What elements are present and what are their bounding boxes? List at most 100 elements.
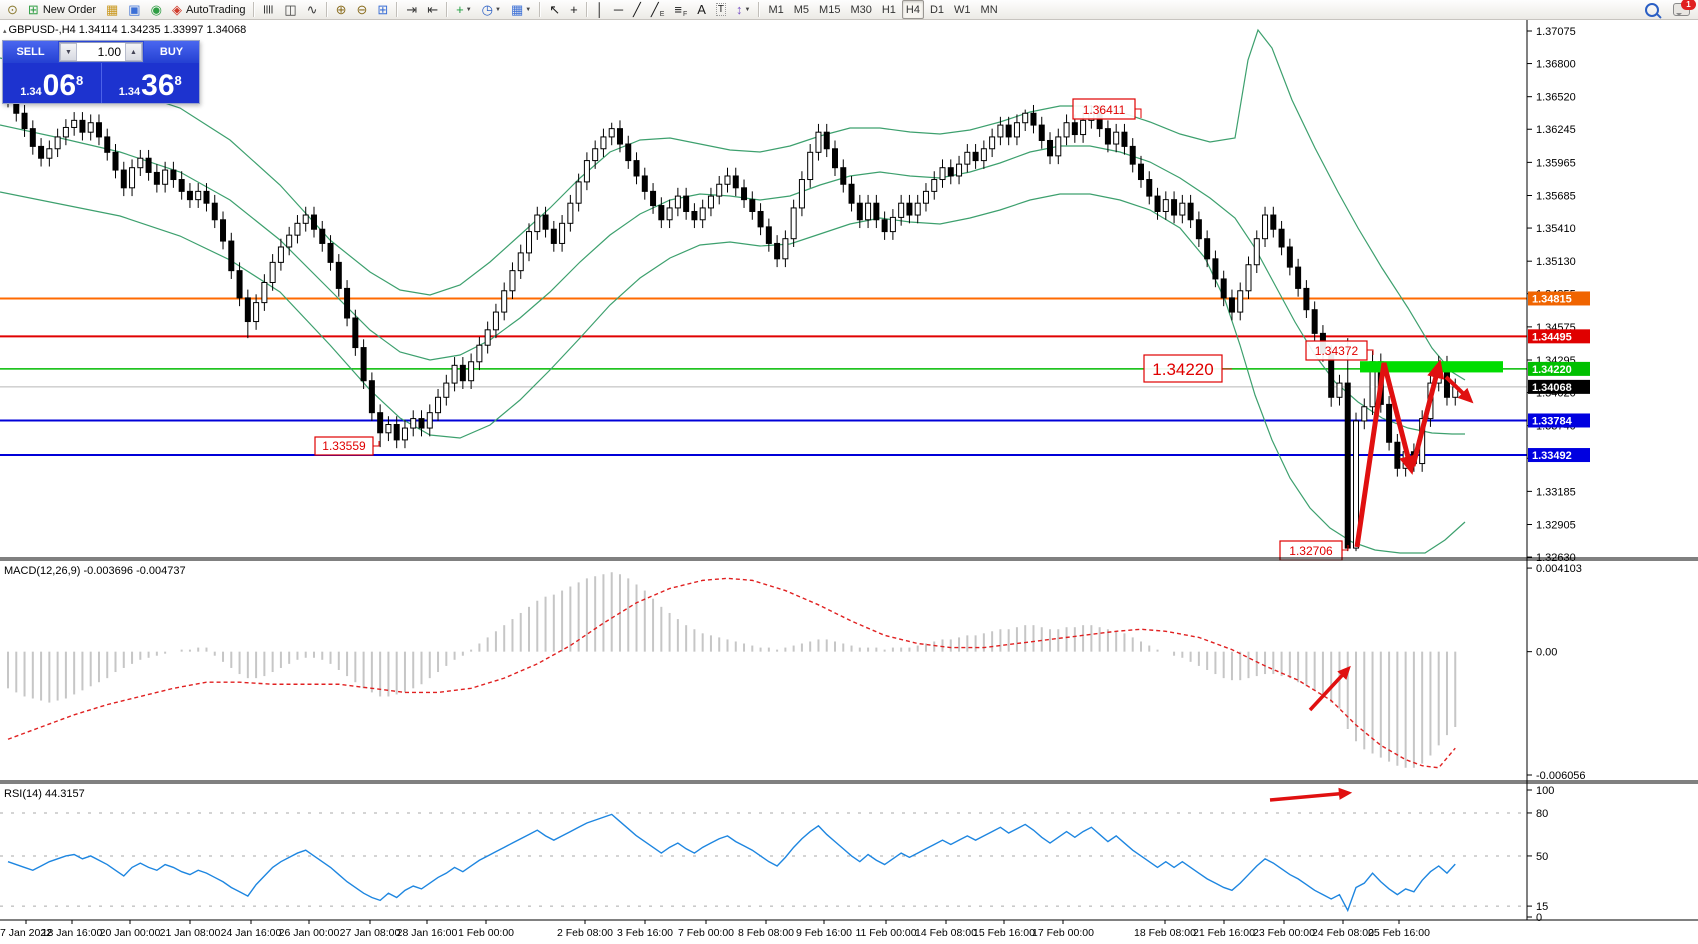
sell-button[interactable]: SELL [3, 41, 58, 63]
zoom-out-icon[interactable]: ⊖ [352, 0, 371, 19]
clipped-search-icon[interactable]: ⊙ [3, 0, 22, 19]
timeframe-button-h4[interactable]: H4 [902, 0, 924, 19]
equidistant-channel-icon[interactable]: ╱E [647, 0, 669, 19]
candle-body [196, 191, 201, 199]
candle-body [1246, 265, 1251, 291]
macd-axis-tick-label: 0.00 [1536, 647, 1557, 659]
indicators-button[interactable]: +▼ [452, 0, 476, 19]
candle-body [1279, 229, 1284, 247]
mql5-community-icon[interactable]: ▣ [124, 0, 144, 19]
candle-body [708, 196, 713, 208]
indicators-button-caret[interactable]: ▼ [466, 7, 472, 13]
candlestick-chart-icon[interactable]: ◫ [280, 0, 300, 19]
signals-icon[interactable]: ◉ [147, 0, 166, 19]
candle-body [295, 223, 300, 235]
candle-body [1064, 123, 1069, 137]
depth-of-market-icon[interactable]: ▦ [102, 0, 122, 19]
periods-button[interactable]: ◷▼ [478, 0, 505, 19]
timeframe-button-h1[interactable]: H1 [878, 0, 900, 19]
text-label-icon: T [716, 3, 726, 16]
timeframe-button-m5[interactable]: M5 [790, 0, 813, 19]
volume-up-button[interactable]: ▲ [125, 43, 142, 61]
candle-body [1238, 291, 1243, 312]
tile-windows-icon[interactable]: ⊞ [373, 0, 392, 19]
candle-body [1395, 442, 1400, 468]
candle-body [1296, 267, 1301, 288]
candle-body [1205, 239, 1210, 259]
candle-body [717, 184, 722, 196]
timeframe-button-w1[interactable]: W1 [950, 0, 975, 19]
candle-body [1081, 120, 1086, 134]
buy-price[interactable]: 1.34 36 8 [102, 63, 200, 103]
main-toolbar: ⊙⊞New Order▦▣◉◈AutoTrading≣◫∿⊕⊖⊞⇥⇤+▼◷▼▦▼… [0, 0, 1698, 20]
candle-body [659, 206, 664, 220]
text-label-icon[interactable]: T [712, 0, 730, 19]
candle-body [386, 425, 391, 433]
candle-body [1188, 203, 1193, 220]
candle-body [940, 168, 945, 180]
timeframe-button-m30[interactable]: M30 [846, 0, 875, 19]
equidistant-channel-icon: ╱ [651, 3, 659, 16]
one-click-trading-panel: SELL ▼ ▲ BUY 1.34 06 8 1.34 36 8 [2, 40, 200, 104]
sell-price[interactable]: 1.34 06 8 [3, 63, 102, 103]
timeframe-button-d1[interactable]: D1 [926, 0, 948, 19]
ohlc-readout: GBPUSD-,H4 1.34114 1.34235 1.33997 1.340… [9, 24, 247, 36]
zoom-in-icon[interactable]: ⊕ [332, 0, 351, 19]
volume-down-button[interactable]: ▼ [60, 43, 77, 61]
timeframe-button-m15[interactable]: M15 [815, 0, 844, 19]
cursor-icon[interactable]: ↖ [545, 0, 564, 19]
toolbar-separator [326, 2, 328, 17]
volume-input[interactable] [77, 43, 125, 61]
new-order-button[interactable]: ⊞New Order [24, 0, 100, 19]
candle-body [72, 120, 77, 127]
equidistant-channel-icon-sub: E [660, 11, 665, 18]
notification-badge[interactable]: 1 [1681, 0, 1696, 10]
periods-button-caret[interactable]: ▼ [495, 7, 501, 13]
toolbar-separator [446, 2, 448, 17]
candle-body [30, 129, 35, 147]
buy-price-big: 36 [141, 72, 174, 100]
candle-body [675, 196, 680, 208]
bar-chart-icon[interactable]: ≣ [259, 0, 278, 19]
timeframe-button-mn[interactable]: MN [977, 0, 1002, 19]
candle-body [1213, 259, 1218, 279]
candle-body [758, 211, 763, 226]
price-label-text: 1.33559 [322, 439, 366, 453]
candle-body [593, 149, 598, 161]
search-icon[interactable] [1645, 3, 1659, 17]
candle-body [948, 168, 953, 176]
candle-body [1196, 220, 1201, 239]
horizontal-line-icon[interactable]: ─ [610, 0, 627, 19]
templates-button-caret[interactable]: ▼ [525, 7, 531, 13]
arrows-tool-icon[interactable]: ↕▼ [732, 0, 754, 19]
candlestick-chart-icon: ◫ [284, 3, 296, 16]
buy-button[interactable]: BUY [144, 41, 199, 63]
auto-scroll-icon[interactable]: ⇥ [402, 0, 421, 19]
candle-body [1122, 132, 1127, 146]
candle-body [378, 413, 383, 433]
chart-shift-icon[interactable]: ⇤ [423, 0, 442, 19]
toolbar-right-cluster: 1 [1645, 3, 1690, 17]
crosshair-icon[interactable]: + [566, 0, 582, 19]
vertical-line-icon[interactable]: │ [592, 0, 608, 19]
candle-body [1221, 279, 1226, 298]
line-chart-icon[interactable]: ∿ [303, 0, 322, 19]
text-icon[interactable]: A [693, 0, 710, 19]
candle-body [402, 428, 407, 440]
candle-body [411, 419, 416, 428]
trendline-icon[interactable]: ╱ [629, 0, 645, 19]
timeframe-button-m1[interactable]: M1 [764, 0, 787, 19]
candle-body [245, 298, 250, 322]
candle-body [287, 235, 292, 247]
candle-body [502, 291, 507, 312]
chart-canvas[interactable]: 1.364111.343721.342201.335591.327061.370… [0, 0, 1698, 944]
arrows-tool-icon: ↕ [736, 3, 743, 16]
arrows-tool-icon-caret[interactable]: ▼ [745, 7, 751, 13]
candle-body [1345, 383, 1350, 548]
autotrading-button[interactable]: ◈AutoTrading [168, 0, 250, 19]
fibonacci-icon[interactable]: ≡F [670, 0, 691, 19]
candle-body [667, 208, 672, 220]
templates-button[interactable]: ▦▼ [507, 0, 535, 19]
time-axis-label: 23 Feb 00:00 [1253, 927, 1315, 939]
chat-icon[interactable]: 1 [1673, 3, 1690, 16]
